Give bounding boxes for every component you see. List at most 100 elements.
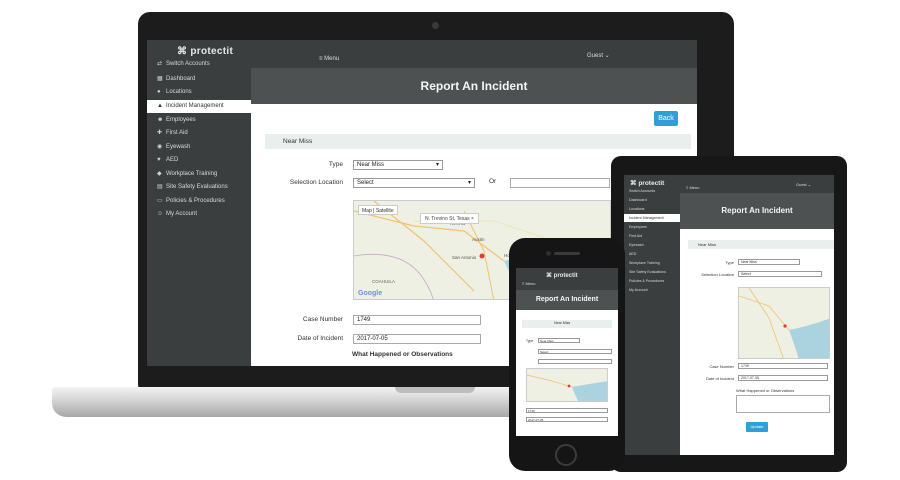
update-button[interactable]: Update — [746, 422, 768, 432]
section-title: Near Miss — [554, 321, 571, 325]
sidebar-item-workplace-training[interactable]: ◆ Workplace Training — [147, 168, 251, 181]
type-select[interactable]: Near Miss — [538, 338, 580, 343]
tablet-screen: Switch Accounts Dashboard Locations Inci… — [624, 175, 834, 455]
sidebar-item-incident-management[interactable]: Incident Management — [624, 214, 680, 222]
location-label: Selection Location — [289, 179, 343, 186]
sidebar-item-switch-accounts[interactable]: ⇄ Switch Accounts — [147, 58, 251, 71]
swap-icon: ⇄ — [157, 61, 163, 67]
google-logo: Google — [358, 290, 383, 297]
sidebar-item-aed[interactable]: ♥ AED — [147, 154, 251, 167]
sidebar-item-first-aid[interactable]: First Aid — [624, 232, 680, 240]
location-label: Selection Location — [701, 272, 734, 277]
location-search-input[interactable] — [538, 359, 612, 364]
sidebar-item-locations[interactable]: Locations — [624, 205, 680, 213]
location-select[interactable]: Select — [538, 349, 612, 354]
app-logo[interactable]: ⌘ protectit — [630, 179, 664, 187]
or-label: Or — [489, 178, 497, 185]
date-input[interactable]: 2017-07-05 — [353, 334, 481, 344]
chevron-down-icon: ⌄ — [603, 53, 610, 59]
sidebar-item-locations[interactable]: ● Locations — [147, 86, 251, 99]
eye-icon: ◉ — [157, 144, 163, 150]
date-label: Date of Incident — [705, 376, 734, 381]
users-icon: ☻ — [157, 117, 164, 123]
user-icon: ☺ — [157, 211, 164, 217]
location-map[interactable] — [738, 287, 830, 359]
user-menu[interactable]: Guest ⌄ — [587, 52, 610, 59]
map-pin-icon: ● — [157, 89, 161, 95]
location-search-input[interactable] — [510, 178, 610, 188]
date-input[interactable]: 2017-07-05 — [738, 375, 828, 381]
happened-label: What Happened or Observations — [736, 388, 795, 393]
page-title: Report An Incident — [420, 79, 528, 93]
type-label: Type — [725, 260, 734, 265]
sidebar-item-policies[interactable]: Policies & Procedures — [624, 277, 680, 285]
map-place-label: COAHUILA — [372, 279, 395, 284]
sidebar-item-switch-accounts[interactable]: Switch Accounts — [624, 187, 680, 195]
logo-icon: ⌘ — [546, 273, 554, 279]
caret-down-icon: ▾ — [467, 180, 471, 186]
menu-toggle[interactable]: ≡ Menu — [522, 281, 535, 286]
map-info-window: N. Trevino St, Texas × — [420, 213, 479, 224]
user-menu[interactable]: Guest ⌄ — [796, 182, 811, 187]
page-title: Report An Incident — [721, 206, 793, 215]
warning-icon: ▲ — [157, 103, 163, 109]
type-label: Type — [526, 339, 534, 343]
back-button[interactable]: Back — [654, 111, 678, 126]
phone-speaker — [554, 252, 580, 255]
type-label: Type — [328, 161, 343, 168]
sidebar-item-eyewash[interactable]: ◉ Eyewash — [147, 141, 251, 154]
sidebar-item-policies[interactable]: ▭ Policies & Procedures — [147, 195, 251, 208]
phone-camera — [546, 251, 551, 256]
sidebar-item-aed[interactable]: AED — [624, 250, 680, 258]
map-graphic — [527, 369, 607, 401]
map-type-tabs[interactable]: Map | Satellite — [358, 205, 398, 215]
logo-icon: ⌘ — [177, 46, 191, 57]
section-header — [265, 134, 691, 149]
training-icon: ◆ — [157, 171, 162, 177]
sidebar-item-dashboard[interactable]: ▦ Dashboard — [147, 73, 251, 86]
menu-toggle[interactable]: ≡ Menu — [686, 185, 699, 190]
sidebar-item-site-safety[interactable]: Site Safety Evaluations — [624, 268, 680, 276]
happened-textarea[interactable] — [736, 395, 830, 413]
laptop-notch — [395, 387, 475, 393]
app-logo[interactable]: ⌘ protectit — [177, 46, 233, 57]
section-title: Near Miss — [283, 138, 313, 145]
laptop-camera — [432, 22, 439, 29]
date-input[interactable]: 2017-07-05 — [526, 417, 608, 422]
document-icon: ▭ — [157, 198, 163, 204]
sidebar-item-my-account[interactable]: My Account — [624, 286, 680, 294]
sidebar-item-first-aid[interactable]: ✚ First Aid — [147, 127, 251, 140]
phone-home-button[interactable] — [555, 444, 577, 466]
sidebar-item-workplace-training[interactable]: Workplace Training — [624, 259, 680, 267]
case-number-label: Case Number — [709, 364, 734, 369]
page-title: Report An Incident — [535, 296, 599, 303]
caret-down-icon: ▾ — [435, 162, 439, 168]
close-icon[interactable]: × — [471, 216, 474, 222]
type-select[interactable]: Near Miss ▾ — [353, 160, 443, 170]
location-select[interactable]: Select ▾ — [353, 178, 475, 188]
location-select[interactable]: Select — [738, 271, 822, 277]
sidebar-item-incident-management[interactable]: ▲ Incident Management — [147, 100, 251, 113]
first-aid-icon: ✚ — [157, 130, 163, 136]
sidebar-item-employees[interactable]: Employees — [624, 223, 680, 231]
app-logo[interactable]: ⌘ protectit — [546, 272, 578, 279]
section-title: Near Miss — [698, 242, 717, 247]
chevron-down-icon: ⌄ — [806, 182, 812, 187]
case-number-input[interactable]: 1749 — [353, 315, 481, 325]
case-number-label: Case Number — [302, 316, 343, 323]
menu-toggle[interactable]: ≡ Menu — [319, 56, 339, 62]
sidebar: Switch Accounts Dashboard Locations Inci… — [624, 175, 680, 455]
phone-screen: ⌘ protectit ≡ Menu Report An Incident Ne… — [516, 268, 618, 436]
type-select[interactable]: Near Miss — [738, 259, 800, 265]
happened-label: What Happened or Observations — [352, 351, 453, 358]
case-number-input[interactable]: 1749 — [526, 408, 608, 413]
sidebar-item-my-account[interactable]: ☺ My Account — [147, 208, 251, 221]
sidebar: ⇄ Switch Accounts ▦ Dashboard ● Locations ▲… — [147, 40, 251, 366]
sidebar-item-eyewash[interactable]: Eyewash — [624, 241, 680, 249]
case-number-input[interactable]: 1749 — [738, 363, 828, 369]
location-map[interactable] — [526, 368, 608, 402]
sidebar-item-site-safety[interactable]: ▤ Site Safety Evaluations — [147, 181, 251, 194]
date-label: Date of Incident — [297, 335, 343, 342]
sidebar-item-dashboard[interactable]: Dashboard — [624, 196, 680, 204]
sidebar-item-employees[interactable]: ☻ Employees — [147, 114, 251, 127]
